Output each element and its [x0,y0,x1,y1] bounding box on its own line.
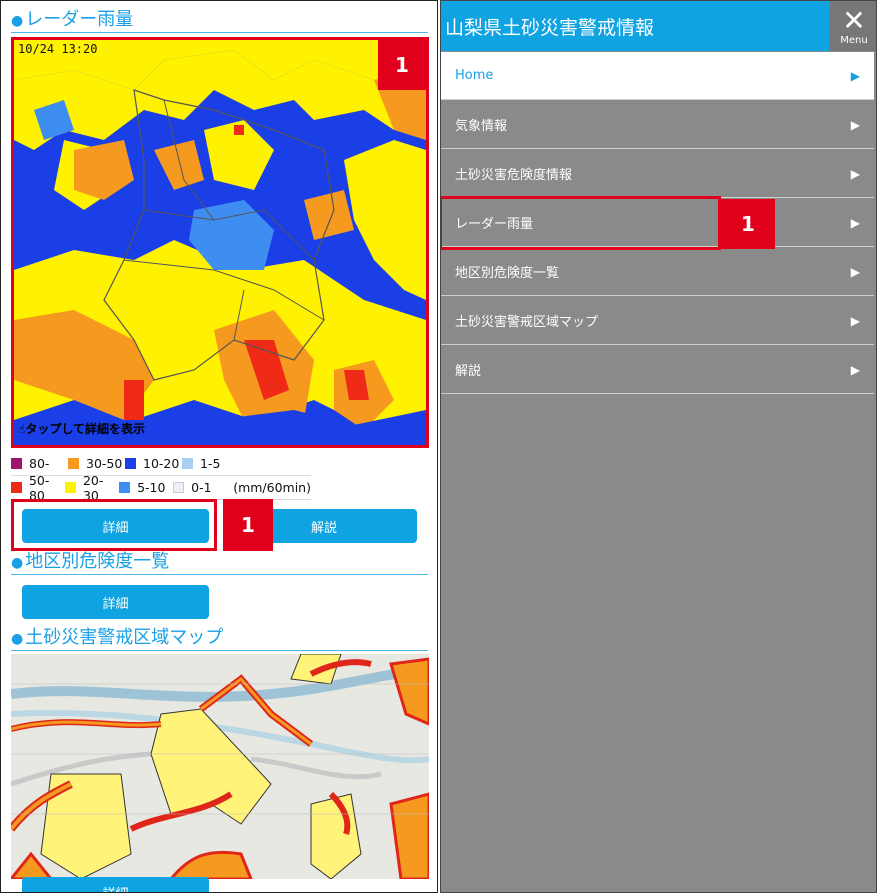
map-detail-button[interactable]: 詳細 [22,877,209,892]
menu-item-weather[interactable]: 気象情報 ▶ [441,101,874,149]
legend-row: 50-80 20-30 5-10 0-1 (mm/60min) [11,473,311,503]
radar-image [14,40,426,445]
bullet-icon: ● [11,13,24,29]
app-title: 山梨県土砂災害警戒情報 [445,17,655,39]
district-detail-button[interactable]: 詳細 [22,585,209,619]
menu-item-landslide-risk[interactable]: 土砂災害危険度情報 ▶ [441,150,874,198]
arrow-right-icon: ▶ [850,117,860,132]
annotation-badge: 1 [378,40,426,90]
legend-item: 20-30 [65,473,119,503]
tap-hint: ☝タップして詳細を表示 [18,422,145,436]
menu-item-hazard-map[interactable]: 土砂災害警戒区域マップ ▶ [441,297,874,345]
legend-swatch [11,458,22,469]
annotation-badge: 1 [721,199,775,249]
radar-timestamp: 10/24 13:20 [18,42,98,56]
menu-label: Menu [840,34,868,46]
legend-item: 5-10 [119,480,173,495]
screenshot-root: ● レーダー雨量 10/24 13:20 ☝タップして詳細を表示 1 80- 3… [0,0,877,893]
arrow-right-icon: ▶ [850,166,860,181]
district-section-title: ● 地区別危険度一覧 [11,551,428,575]
menu-close-button[interactable]: ✕ Menu [830,1,876,51]
nav-menu-panel: 山梨県土砂災害警戒情報 ✕ Menu Home ▶ 気象情報 ▶ 土砂災害危険度… [440,0,877,893]
hazard-map-image [11,654,429,879]
close-icon: ✕ [842,3,866,37]
legend-swatch [125,458,136,469]
highlight-box [11,499,217,551]
legend-swatch [11,482,22,493]
menu-item-district-risk[interactable]: 地区別危険度一覧 ▶ [441,248,874,296]
legend-item: 1-5 [182,456,239,471]
arrow-right-icon: ▶ [850,68,860,83]
legend-swatch [182,458,193,469]
legend-item: 80- [11,456,68,471]
annotation-badge: 1 [223,499,273,551]
arrow-right-icon: ▶ [850,362,860,377]
radar-map[interactable]: 10/24 13:20 ☝タップして詳細を表示 1 [11,37,429,448]
menu-item-explanation[interactable]: 解説 ▶ [441,346,874,394]
arrow-right-icon: ▶ [850,313,860,328]
radar-section-title: ● レーダー雨量 [11,9,428,33]
legend-swatch [173,482,185,493]
menu-item-home[interactable]: Home ▶ [441,52,874,100]
legend-swatch [119,482,131,493]
legend-unit: (mm/60min) [233,480,311,495]
app-header: 山梨県土砂災害警戒情報 ✕ Menu [441,1,876,51]
mobile-page: ● レーダー雨量 10/24 13:20 ☝タップして詳細を表示 1 80- 3… [0,0,438,893]
map-section-title: ● 土砂災害警戒区域マップ [11,627,428,651]
legend-item: 50-80 [11,473,65,503]
legend-swatch [68,458,79,469]
rain-legend: 80- 30-50 10-20 1-5 50-80 20-30 5-10 0-1… [11,452,311,503]
bullet-icon: ● [11,555,24,571]
legend-item: 10-20 [125,456,182,471]
arrow-right-icon: ▶ [850,264,860,279]
legend-item: 30-50 [68,456,125,471]
hazard-area-map[interactable] [11,654,429,879]
legend-swatch [65,482,76,493]
arrow-right-icon: ▶ [850,215,860,230]
highlight-box [441,196,721,250]
bullet-icon: ● [11,631,24,647]
legend-item: 0-1 [173,480,227,495]
